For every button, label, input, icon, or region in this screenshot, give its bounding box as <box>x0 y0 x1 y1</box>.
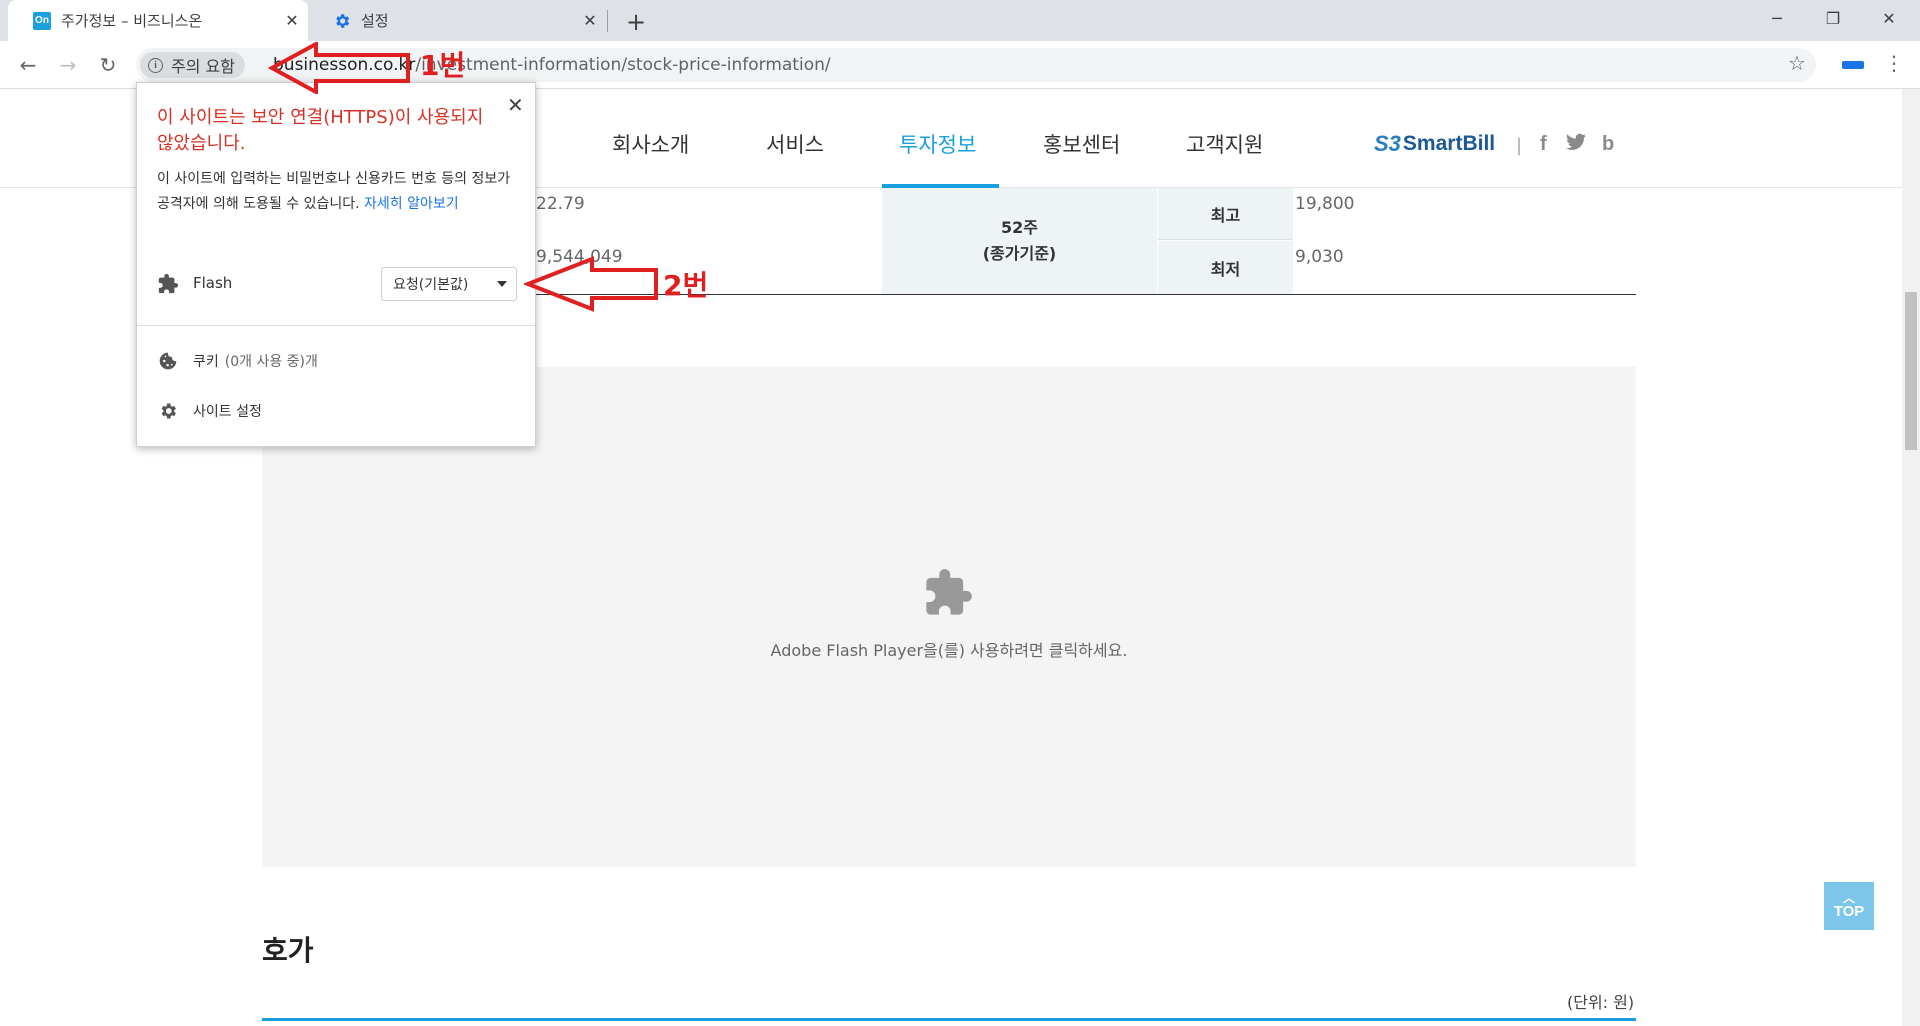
gear-icon <box>333 12 351 30</box>
blog-icon[interactable]: b <box>1602 133 1614 156</box>
flash-setting-value: 요청(기본값) <box>393 277 469 293</box>
twitter-icon[interactable] <box>1566 133 1586 157</box>
vertical-scrollbar[interactable] <box>1902 89 1920 1026</box>
security-indicator[interactable]: i 주의 요함 <box>140 52 245 78</box>
high-label: 최고 <box>1210 205 1241 225</box>
low-label: 최저 <box>1210 259 1241 279</box>
plugin-icon <box>158 273 179 294</box>
table-top-border <box>262 1018 1636 1021</box>
scroll-top-button[interactable]: ︿ TOP <box>1824 882 1874 930</box>
site-settings-row[interactable]: 사이트 설정 <box>157 397 262 425</box>
scrollbar-thumb[interactable] <box>1905 292 1917 450</box>
site-info-popup: ✕ 이 사이트는 보안 연결(HTTPS)이 사용되지 않았습니다. 이 사이트… <box>136 82 536 447</box>
high-header: 최고 <box>1158 188 1293 240</box>
nav-company[interactable]: 회사소개 <box>612 129 689 159</box>
flash-label: Flash <box>193 274 233 292</box>
cookies-label: 쿠키 <box>193 354 219 370</box>
flash-permission-row: Flash 요청(기본값) <box>157 265 527 301</box>
cookies-row[interactable]: 쿠키 (0개 사용 중)개 <box>157 347 318 375</box>
new-tab-button[interactable]: + <box>622 8 650 36</box>
close-icon[interactable]: ✕ <box>507 93 524 117</box>
annotation-step1: 1번 <box>420 49 466 82</box>
extension-icon[interactable] <box>1842 61 1864 69</box>
site-settings-label: 사이트 설정 <box>193 404 262 420</box>
tab-strip: On 주가정보 – 비즈니스온 ✕ 설정 ✕ + ─ ❐ ✕ <box>0 0 1920 41</box>
learn-more-link[interactable]: 자세히 알아보기 <box>364 196 459 212</box>
security-label: 주의 요함 <box>171 57 235 76</box>
businesson-favicon: On <box>33 11 51 30</box>
low-header: 최저 <box>1158 241 1293 294</box>
tab-divider <box>607 10 608 32</box>
facebook-icon[interactable]: f <box>1540 133 1547 156</box>
tab-title: 주가정보 – 비즈니스온 <box>61 12 203 30</box>
close-icon[interactable]: ✕ <box>282 11 302 31</box>
nav-service[interactable]: 서비스 <box>766 129 824 159</box>
nav-support[interactable]: 고객지원 <box>1186 129 1263 159</box>
week52-label: 52주 <box>1001 218 1038 237</box>
cookie-icon <box>157 350 179 372</box>
low-value: 9,030 <box>1295 247 1344 267</box>
unit-label: (단위: 원) <box>1567 993 1635 1012</box>
nav-pr-center[interactable]: 홍보센터 <box>1043 129 1120 159</box>
week52-header: 52주 (종가기준) <box>882 188 1157 294</box>
security-description: 이 사이트에 입력하는 비밀번호나 신용카드 번호 등의 정보가 공격자에 의해… <box>157 167 522 217</box>
dropdown-caret-icon <box>497 281 507 287</box>
reload-button[interactable]: ↻ <box>94 51 122 79</box>
restore-button[interactable]: ❐ <box>1810 0 1856 36</box>
brand-name: SmartBill <box>1402 132 1496 155</box>
annotation-step2: 2번 <box>663 269 709 302</box>
annotation-arrow-1 <box>268 42 410 94</box>
annotation-arrow-2 <box>524 256 658 312</box>
flash-message: Adobe Flash Player을(를) 사용하려면 클릭하세요. <box>770 641 1128 660</box>
tab-settings[interactable]: 설정 ✕ <box>308 0 606 41</box>
cookies-detail: (0개 사용 중)개 <box>224 354 318 370</box>
gear-icon <box>157 400 179 422</box>
plugin-puzzle-icon <box>926 569 972 615</box>
security-warning: 이 사이트는 보안 연결(HTTPS)이 사용되지 않았습니다. <box>157 107 484 154</box>
close-icon[interactable]: ✕ <box>580 11 600 31</box>
week52-sub: (종가기준) <box>982 244 1057 263</box>
top-label: TOP <box>1833 902 1865 920</box>
flash-permission-select[interactable]: 요청(기본값) <box>381 267 517 301</box>
more-menu-icon[interactable]: ⋮ <box>1884 51 1904 75</box>
tab-title: 설정 <box>361 12 389 30</box>
minimize-button[interactable]: ─ <box>1754 0 1800 36</box>
close-window-button[interactable]: ✕ <box>1866 0 1912 36</box>
nav-investment[interactable]: 투자정보 <box>899 129 976 159</box>
url-path: /investment-information/stock-price-info… <box>415 55 831 75</box>
popup-divider <box>137 325 535 326</box>
forward-button[interactable]: → <box>54 51 82 79</box>
tab-stock-info[interactable]: On 주가정보 – 비즈니스온 ✕ <box>8 0 308 41</box>
bookmark-star-icon[interactable]: ☆ <box>1788 51 1806 75</box>
quote-section-title: 호가 <box>262 934 314 967</box>
info-icon: i <box>148 57 163 73</box>
smartbill-logo[interactable]: S3 SmartBill <box>1374 131 1495 157</box>
brand-divider: | <box>1516 135 1523 156</box>
high-value: 19,800 <box>1295 194 1355 214</box>
chevron-up-icon: ︿ <box>1842 890 1855 905</box>
brand-mark: S3 <box>1374 131 1401 156</box>
back-button[interactable]: ← <box>14 51 42 79</box>
value-top: 22.79 <box>536 194 585 214</box>
